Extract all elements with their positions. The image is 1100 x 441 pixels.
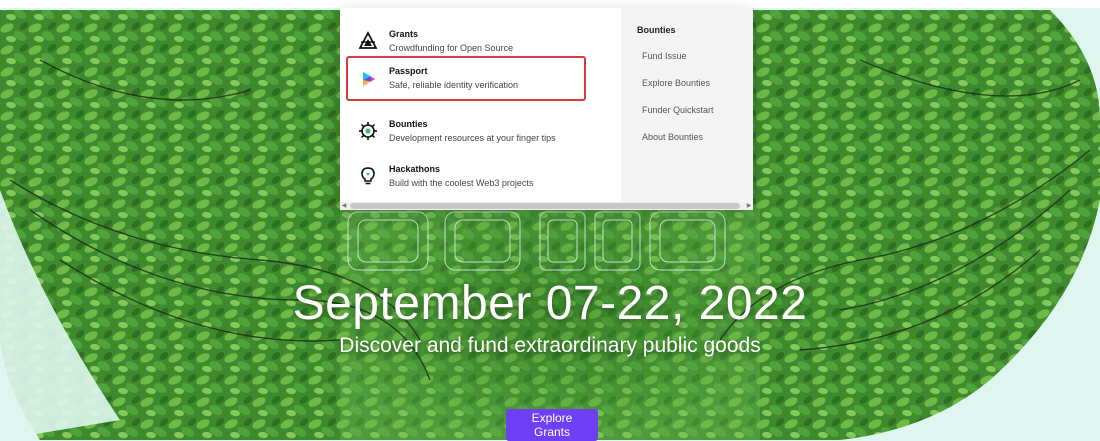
products-list: Grants Crowdfunding for Open Source Pass… <box>340 8 621 202</box>
menu-item-title: Hackathons <box>389 164 441 174</box>
menu-item-title: Grants <box>389 29 419 39</box>
horizontal-scrollbar[interactable]: ◀ ▶ <box>340 202 753 210</box>
passport-icon <box>363 72 375 86</box>
scroll-left-icon[interactable]: ◀ <box>340 202 348 210</box>
menu-item-title: Bounties <box>389 119 428 129</box>
menu-item-description: Crowdfunding for Open Source <box>389 43 514 53</box>
funder-quickstart-link[interactable]: Funder Quickstart <box>642 105 714 115</box>
explore-grants-button[interactable]: Explore Grants <box>506 409 598 441</box>
menu-item-title: Passport <box>389 66 428 76</box>
submenu-heading: Bounties <box>637 25 676 35</box>
explore-bounties-link[interactable]: Explore Bounties <box>642 78 710 88</box>
scroll-right-icon[interactable]: ▶ <box>745 202 753 210</box>
menu-item-bounties[interactable]: Bounties Development resources at your f… <box>346 109 586 153</box>
about-bounties-link[interactable]: About Bounties <box>642 132 703 142</box>
products-dropdown-menu: Grants Crowdfunding for Open Source Pass… <box>340 8 753 210</box>
bounties-submenu: Bounties Fund Issue Explore Bounties Fun… <box>621 8 753 202</box>
hackathons-icon <box>361 167 375 185</box>
menu-item-passport[interactable]: Passport Safe, reliable identity verific… <box>346 56 586 101</box>
menu-item-hackathons[interactable]: Hackathons Build with the coolest Web3 p… <box>346 154 586 198</box>
menu-item-description: Safe, reliable identity verification <box>389 80 519 90</box>
fund-issue-link[interactable]: Fund Issue <box>642 51 687 61</box>
event-dates-headline: September 07-22, 2022 <box>292 277 808 330</box>
hero-subtitle: Discover and fund extraordinary public g… <box>339 334 761 357</box>
top-nav-bar <box>0 0 1100 8</box>
menu-item-description: Development resources at your finger tip… <box>389 133 556 143</box>
menu-item-description: Build with the coolest Web3 projects <box>389 178 534 188</box>
bounties-icon <box>359 122 377 140</box>
scrollbar-thumb[interactable] <box>350 203 740 209</box>
grants-icon <box>358 31 378 49</box>
